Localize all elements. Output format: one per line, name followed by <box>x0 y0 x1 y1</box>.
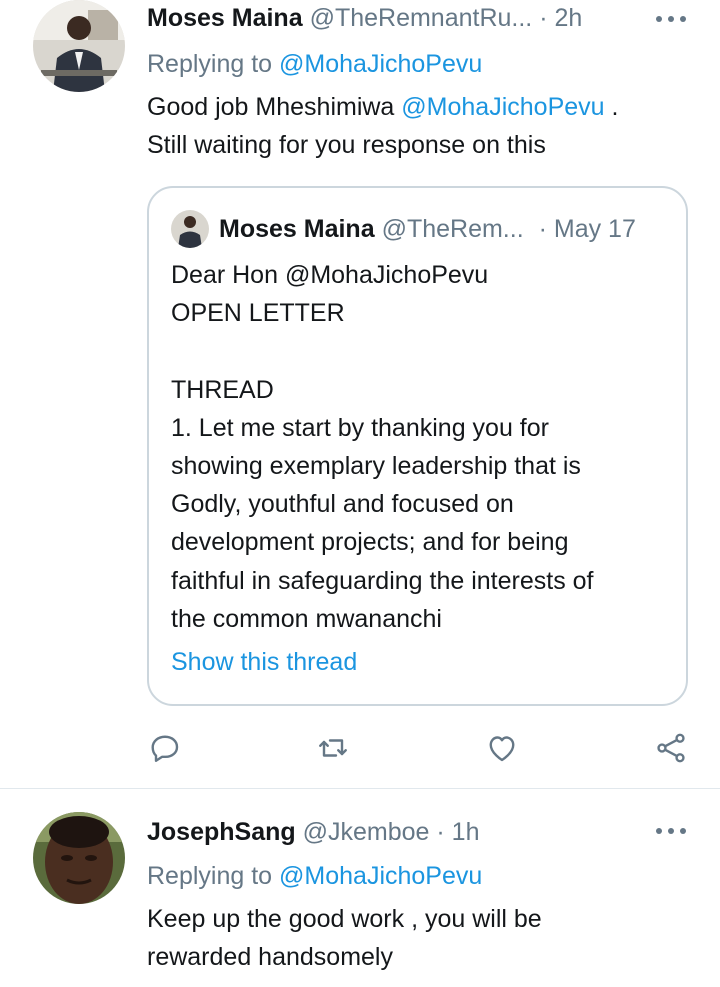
replying-to: Replying to @MohaJichoPevu <box>147 860 482 892</box>
avatar-image <box>33 0 125 92</box>
body-mention-link[interactable]: @MohaJichoPevu <box>401 93 604 121</box>
body-text-line: rewarded handsomely <box>147 943 393 971</box>
tweet-moses-maina[interactable]: Moses Maina @TheRemnantRu... · 2h Replyi… <box>0 0 720 788</box>
quoted-tweet-card[interactable]: Moses Maina @TheRem... · May 17 Dear Hon… <box>147 186 688 706</box>
tweet-time[interactable]: · 2h <box>539 4 582 32</box>
replying-label: Replying to <box>147 50 280 78</box>
tweet-header: Moses Maina @TheRemnantRu... · 2h <box>147 2 660 34</box>
tweet-actions <box>147 730 692 766</box>
quoted-text: Dear Hon @MohaJichoPevu OPEN LETTER THRE… <box>171 261 594 633</box>
replying-to: Replying to @MohaJichoPevu <box>147 48 482 80</box>
author-name[interactable]: JosephSang <box>147 818 296 846</box>
retweet-icon[interactable] <box>315 730 351 766</box>
avatar-moses-maina[interactable] <box>33 0 125 92</box>
avatar-joseph-sang[interactable] <box>33 812 125 904</box>
quoted-time: · May 17 <box>538 215 636 243</box>
replying-mention-link[interactable]: @MohaJichoPevu <box>279 862 482 890</box>
tweet-joseph-sang[interactable]: JosephSang @Jkemboe · 1h Replying to @Mo… <box>0 789 720 987</box>
body-text-line: Keep up the good work , you will be <box>147 905 542 933</box>
quoted-author-name: Moses Maina <box>219 215 375 243</box>
tweet-time[interactable]: · 1h <box>436 818 479 846</box>
body-text-part: . <box>604 93 619 121</box>
share-icon[interactable] <box>653 730 689 766</box>
author-handle[interactable]: @Jkemboe <box>303 818 430 846</box>
like-icon[interactable] <box>484 730 520 766</box>
show-thread-link[interactable]: Show this thread <box>171 646 357 678</box>
avatar-image <box>33 812 125 904</box>
quoted-avatar-image <box>171 210 209 248</box>
quoted-avatar <box>171 210 209 248</box>
body-text-line: Still waiting for you response on this <box>147 131 546 159</box>
tweet-body: Keep up the good work , you will be rewa… <box>147 900 690 976</box>
more-options-icon[interactable] <box>656 14 686 24</box>
author-name[interactable]: Moses Maina <box>147 4 303 32</box>
quoted-author-handle: @TheRem... <box>381 215 524 243</box>
replying-mention-link[interactable]: @MohaJichoPevu <box>279 50 482 78</box>
reply-icon[interactable] <box>147 730 183 766</box>
body-text-part: Good job Mheshimiwa <box>147 93 402 121</box>
author-handle[interactable]: @TheRemnantRu... <box>310 4 533 32</box>
quoted-header: Moses Maina @TheRem... · May 17 <box>219 213 664 245</box>
more-options-icon[interactable] <box>656 826 686 836</box>
replying-label: Replying to <box>147 862 280 890</box>
tweet-header: JosephSang @Jkemboe · 1h <box>147 816 660 848</box>
tweet-body: Good job Mheshimiwa @MohaJichoPevu . Sti… <box>147 88 690 164</box>
